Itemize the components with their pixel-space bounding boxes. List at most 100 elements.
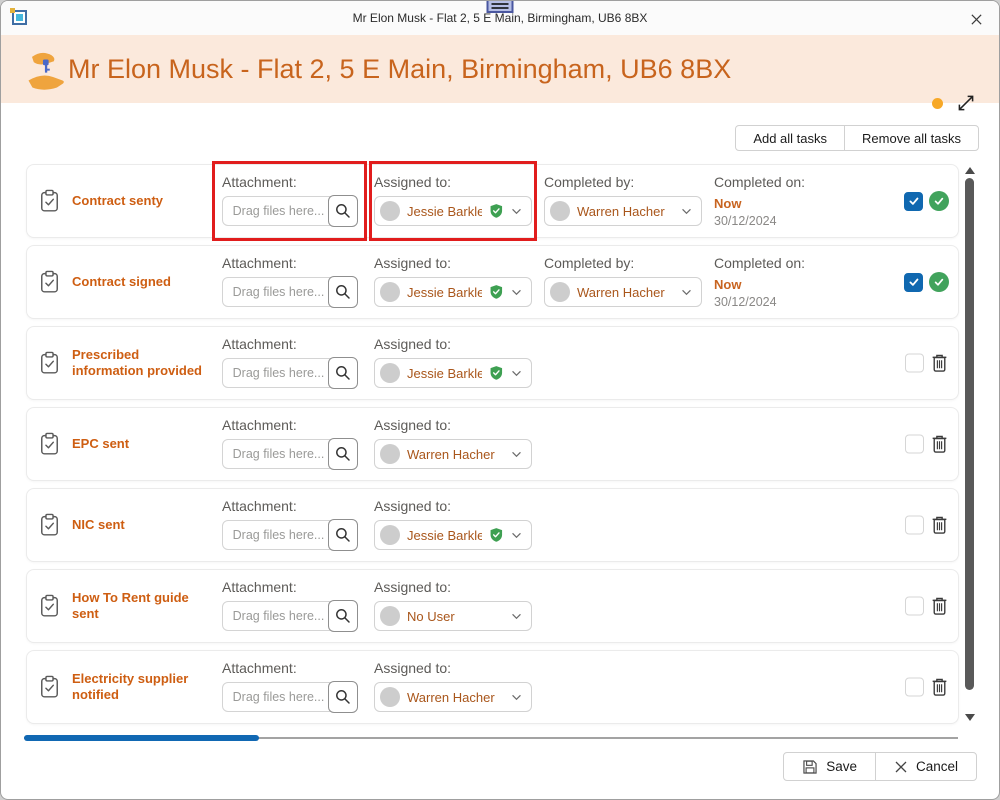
browse-files-button[interactable] [328,519,358,551]
trash-icon [932,354,947,372]
chevron-down-icon [511,532,522,539]
browse-files-button[interactable] [328,357,358,389]
delete-task-button[interactable] [930,597,949,616]
row-controls [905,677,949,697]
expand-button[interactable] [955,92,977,114]
task-complete-checkbox[interactable] [905,434,924,454]
assigned-to-dropdown[interactable]: Jessie Barkle [374,277,532,307]
assigned-to-dropdown[interactable]: Jessie Barkle [374,520,532,550]
completed-by-label: Completed by: [544,174,635,190]
avatar [380,363,400,383]
delete-task-button[interactable] [930,678,949,697]
delete-task-button[interactable] [930,435,949,454]
completed-by-dropdown[interactable]: Warren Hacher [544,277,702,307]
browse-files-button[interactable] [328,438,358,470]
assigned-to-field: Assigned to: Jessie Barkle [374,255,532,307]
completed-by-field: Completed by: Warren Hacher [544,255,702,307]
row-controls [904,272,949,292]
page-title: Mr Elon Musk - Flat 2, 5 E Main, Birming… [68,54,732,84]
verified-shield-icon [490,285,503,299]
close-icon [970,13,982,25]
add-all-tasks-button[interactable]: Add all tasks [735,125,846,151]
assigned-to-label: Assigned to: [374,498,452,514]
delete-task-button[interactable] [930,516,949,535]
completed-by-dropdown[interactable]: Warren Hacher [544,196,702,226]
task-complete-checkbox[interactable] [904,191,923,211]
task-complete-checkbox[interactable] [905,596,924,616]
clipboard-check-icon [41,270,58,293]
avatar [380,282,400,302]
chevron-down-icon [681,289,692,296]
search-icon [336,528,350,542]
assigned-to-field: Assigned to: Warren Hacher [374,660,532,712]
status-dot [932,98,943,109]
toolbar: Add all tasks Remove all tasks [735,125,979,151]
clipboard-check-icon [41,594,58,617]
assigned-to-dropdown[interactable]: No User [374,601,532,631]
task-complete-checkbox[interactable] [905,677,924,697]
task-row: NIC sent Attachment: Assigned to: Jessie… [26,488,959,562]
scroll-up-arrow-icon[interactable] [965,167,975,174]
completed-on-date: 30/12/2024 [714,295,777,309]
verified-shield-icon [490,528,503,542]
task-row: Contract signed Attachment: Assigned to:… [26,245,959,319]
completed-on-label: Completed on: [714,174,806,190]
cancel-button-label: Cancel [915,759,958,774]
task-row: EPC sent Attachment: Assigned to: Warren… [26,407,959,481]
save-button[interactable]: Save [783,752,876,781]
vertical-scrollbar[interactable] [963,164,976,724]
task-complete-checkbox[interactable] [905,353,924,373]
diagonal-resize-icon [958,95,974,111]
annotation-rect-assigned [369,161,537,241]
assigned-to-label: Assigned to: [374,336,452,352]
app-window: Mr Elon Musk - Flat 2, 5 E Main, Birming… [0,0,1000,800]
avatar [380,687,400,707]
chevron-down-icon [511,613,522,620]
assigned-user-name: Jessie Barkle [407,365,483,381]
assigned-to-label: Assigned to: [374,579,452,595]
browse-files-button[interactable] [328,681,358,713]
screen: Mr Elon Musk - Flat 2, 5 E Main, Birming… [0,0,1000,800]
horizontal-scrollbar-thumb[interactable] [24,735,259,741]
completed-by-label: Completed by: [544,255,635,271]
horizontal-scrollbar[interactable] [24,735,958,741]
vertical-scrollbar-thumb[interactable] [965,178,974,690]
avatar [380,606,400,626]
assigned-to-label: Assigned to: [374,660,452,676]
task-row: How To Rent guide sent Attachment: Assig… [26,569,959,643]
cancel-button[interactable]: Cancel [874,752,977,781]
attachment-field: Attachment: [222,498,358,551]
trash-icon [932,516,947,534]
task-complete-checkbox[interactable] [905,515,924,535]
task-complete-checkbox[interactable] [904,272,923,292]
search-icon [336,609,350,623]
clipboard-check-icon [41,189,58,212]
task-title: Contract senty [72,193,164,209]
browse-files-button[interactable] [328,600,358,632]
trash-icon [932,597,947,615]
save-button-label: Save [826,759,857,774]
attachment-label: Attachment: [222,417,297,433]
drag-grip-handle[interactable] [486,1,514,13]
assigned-to-dropdown[interactable]: Warren Hacher [374,682,532,712]
assigned-user-name: Jessie Barkle [407,527,483,543]
trash-icon [932,435,947,453]
remove-all-tasks-button[interactable]: Remove all tasks [844,125,979,151]
hand-giving-key-icon [28,52,64,90]
browse-files-button[interactable] [328,276,358,308]
task-title: Prescribed information provided [72,347,202,378]
annotation-rect-attachment [212,161,367,241]
clipboard-check-icon [41,351,58,374]
search-icon [336,285,350,299]
task-title: NIC sent [72,517,125,533]
avatar [380,444,400,464]
delete-task-button[interactable] [930,354,949,373]
completed-on-value: Now [714,277,742,292]
assigned-to-dropdown[interactable]: Warren Hacher [374,439,532,469]
scroll-down-arrow-icon[interactable] [965,714,975,721]
task-row: Prescribed information provided Attachme… [26,326,959,400]
assigned-to-dropdown[interactable]: Jessie Barkle [374,358,532,388]
close-button[interactable] [965,9,987,29]
task-row: Electricity supplier notified Attachment… [26,650,959,724]
chevron-down-icon [511,694,522,701]
